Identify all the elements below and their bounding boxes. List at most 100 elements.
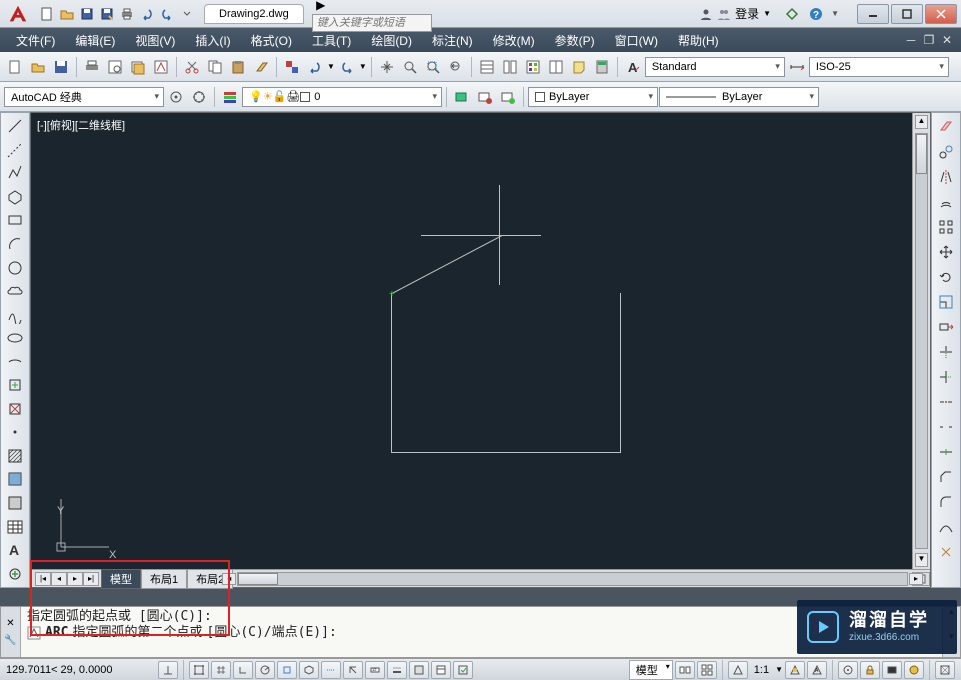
menu-help[interactable]: 帮助(H) [668, 29, 729, 52]
fillet-tool[interactable] [934, 490, 958, 514]
cmd-close-icon[interactable]: ✕ [6, 618, 14, 629]
annovis-btn[interactable] [785, 661, 805, 679]
layout1-tab[interactable]: 布局1 [141, 569, 187, 589]
chamfer-tool[interactable] [934, 465, 958, 489]
minimize-button[interactable] [857, 4, 889, 24]
menu-parametric[interactable]: 参数(P) [545, 29, 605, 52]
dcenter-btn[interactable] [499, 56, 521, 78]
3dosnap-btn[interactable] [299, 661, 319, 679]
otrack-btn[interactable] [321, 661, 341, 679]
mdi-minimize-button[interactable]: － [903, 33, 919, 47]
offset-tool[interactable] [934, 190, 958, 214]
redo-dropdown-icon[interactable]: ▼ [359, 62, 367, 71]
open-icon[interactable] [58, 5, 76, 23]
erase-tool[interactable] [934, 115, 958, 139]
addselected-tool[interactable] [3, 562, 27, 585]
search-arrow-icon[interactable]: ▶ [312, 0, 330, 14]
layer-state-btn[interactable] [474, 86, 496, 108]
color-dropdown[interactable]: ByLayer [528, 87, 658, 107]
annoauto-btn[interactable]: A [807, 661, 827, 679]
dyn-btn[interactable]: 12 [365, 661, 385, 679]
match-btn[interactable] [250, 56, 272, 78]
workspace-gear-btn[interactable] [188, 86, 210, 108]
tstyle-btn[interactable]: A [622, 56, 644, 78]
vscroll-thumb[interactable] [916, 134, 927, 174]
block-btn[interactable] [281, 56, 303, 78]
snap-btn[interactable] [189, 661, 209, 679]
copy-btn[interactable] [204, 56, 226, 78]
open-btn[interactable] [27, 56, 49, 78]
rectangle-tool[interactable] [3, 209, 27, 232]
infer-constraints-btn[interactable] [158, 661, 178, 679]
polygon-tool[interactable] [3, 186, 27, 209]
redo2-btn[interactable] [336, 56, 358, 78]
scroll-left-icon[interactable]: ◂ [222, 573, 236, 585]
close-button[interactable] [925, 4, 957, 24]
hatch-tool[interactable] [3, 445, 27, 468]
explode-tool[interactable] [934, 540, 958, 564]
layer-iso-btn[interactable] [497, 86, 519, 108]
ellipse-arc-tool[interactable] [3, 350, 27, 373]
vertical-scrollbar[interactable]: ▲ ▼ [912, 113, 930, 569]
construction-line-tool[interactable] [3, 139, 27, 162]
scroll-down-icon[interactable]: ▼ [915, 553, 928, 567]
zoom-prev-btn[interactable] [445, 56, 467, 78]
scroll-up-icon[interactable]: ▲ [915, 115, 928, 129]
undo2-btn[interactable] [304, 56, 326, 78]
ducs-btn[interactable] [343, 661, 363, 679]
polar-btn[interactable] [255, 661, 275, 679]
scale-tool[interactable] [934, 290, 958, 314]
join-tool[interactable] [934, 440, 958, 464]
help-dropdown-icon[interactable]: ▼ [831, 9, 839, 18]
menu-format[interactable]: 格式(O) [241, 29, 302, 52]
plot-btn[interactable] [81, 56, 103, 78]
mirror-tool[interactable] [934, 165, 958, 189]
sc-btn[interactable] [453, 661, 473, 679]
quick-view-drawings-btn[interactable] [697, 661, 717, 679]
mdi-close-button[interactable]: ✕ [939, 33, 955, 47]
document-tab[interactable]: Drawing2.dwg [204, 4, 304, 24]
copy-tool[interactable] [934, 140, 958, 164]
login-dropdown-icon[interactable]: ▼ [763, 9, 771, 18]
login-area[interactable]: 登录 ▼ [693, 3, 777, 24]
command-handle[interactable]: ✕ 🔧 [1, 607, 21, 657]
zoom-win-btn[interactable] [422, 56, 444, 78]
model-tab[interactable]: 模型 [101, 569, 141, 589]
menu-draw[interactable]: 绘图(D) [361, 29, 422, 52]
scale-dropdown-icon[interactable]: ▼ [775, 665, 783, 674]
mtext-tool[interactable]: A [3, 539, 27, 562]
blend-tool[interactable] [934, 515, 958, 539]
linetype-dropdown[interactable]: ByLayer [659, 87, 819, 107]
tab-first-btn[interactable]: |◂ [35, 572, 51, 586]
save-btn[interactable] [50, 56, 72, 78]
isolate-btn[interactable] [904, 661, 924, 679]
pan-btn[interactable] [376, 56, 398, 78]
workspace-settings-btn[interactable] [165, 86, 187, 108]
tpy-btn[interactable] [409, 661, 429, 679]
menu-edit[interactable]: 编辑(E) [65, 29, 125, 52]
sheet-btn[interactable] [545, 56, 567, 78]
tab-next-btn[interactable]: ▸ [67, 572, 83, 586]
toolbar-lock-btn[interactable] [860, 661, 880, 679]
preview-btn[interactable] [104, 56, 126, 78]
paste-btn[interactable] [227, 56, 249, 78]
menu-dimension[interactable]: 标注(N) [422, 29, 483, 52]
grid-btn[interactable] [211, 661, 231, 679]
menu-tools[interactable]: 工具(T) [302, 29, 361, 52]
tab-prev-btn[interactable]: ◂ [51, 572, 67, 586]
circle-tool[interactable] [3, 256, 27, 279]
cut-btn[interactable] [181, 56, 203, 78]
qp-btn[interactable] [431, 661, 451, 679]
coordinates[interactable]: 129.7011< 29, 0.0000 [6, 664, 156, 676]
scroll-right-icon[interactable]: ▸ [909, 573, 923, 585]
rotate-tool[interactable] [934, 265, 958, 289]
move-tool[interactable] [934, 240, 958, 264]
break-tool[interactable] [934, 415, 958, 439]
new-btn[interactable] [4, 56, 26, 78]
redo-icon[interactable] [158, 5, 176, 23]
dstyle-btn[interactable] [786, 56, 808, 78]
arc-tool[interactable] [3, 233, 27, 256]
props-btn[interactable] [476, 56, 498, 78]
polyline-tool[interactable] [3, 162, 27, 185]
menu-view[interactable]: 视图(V) [125, 29, 185, 52]
